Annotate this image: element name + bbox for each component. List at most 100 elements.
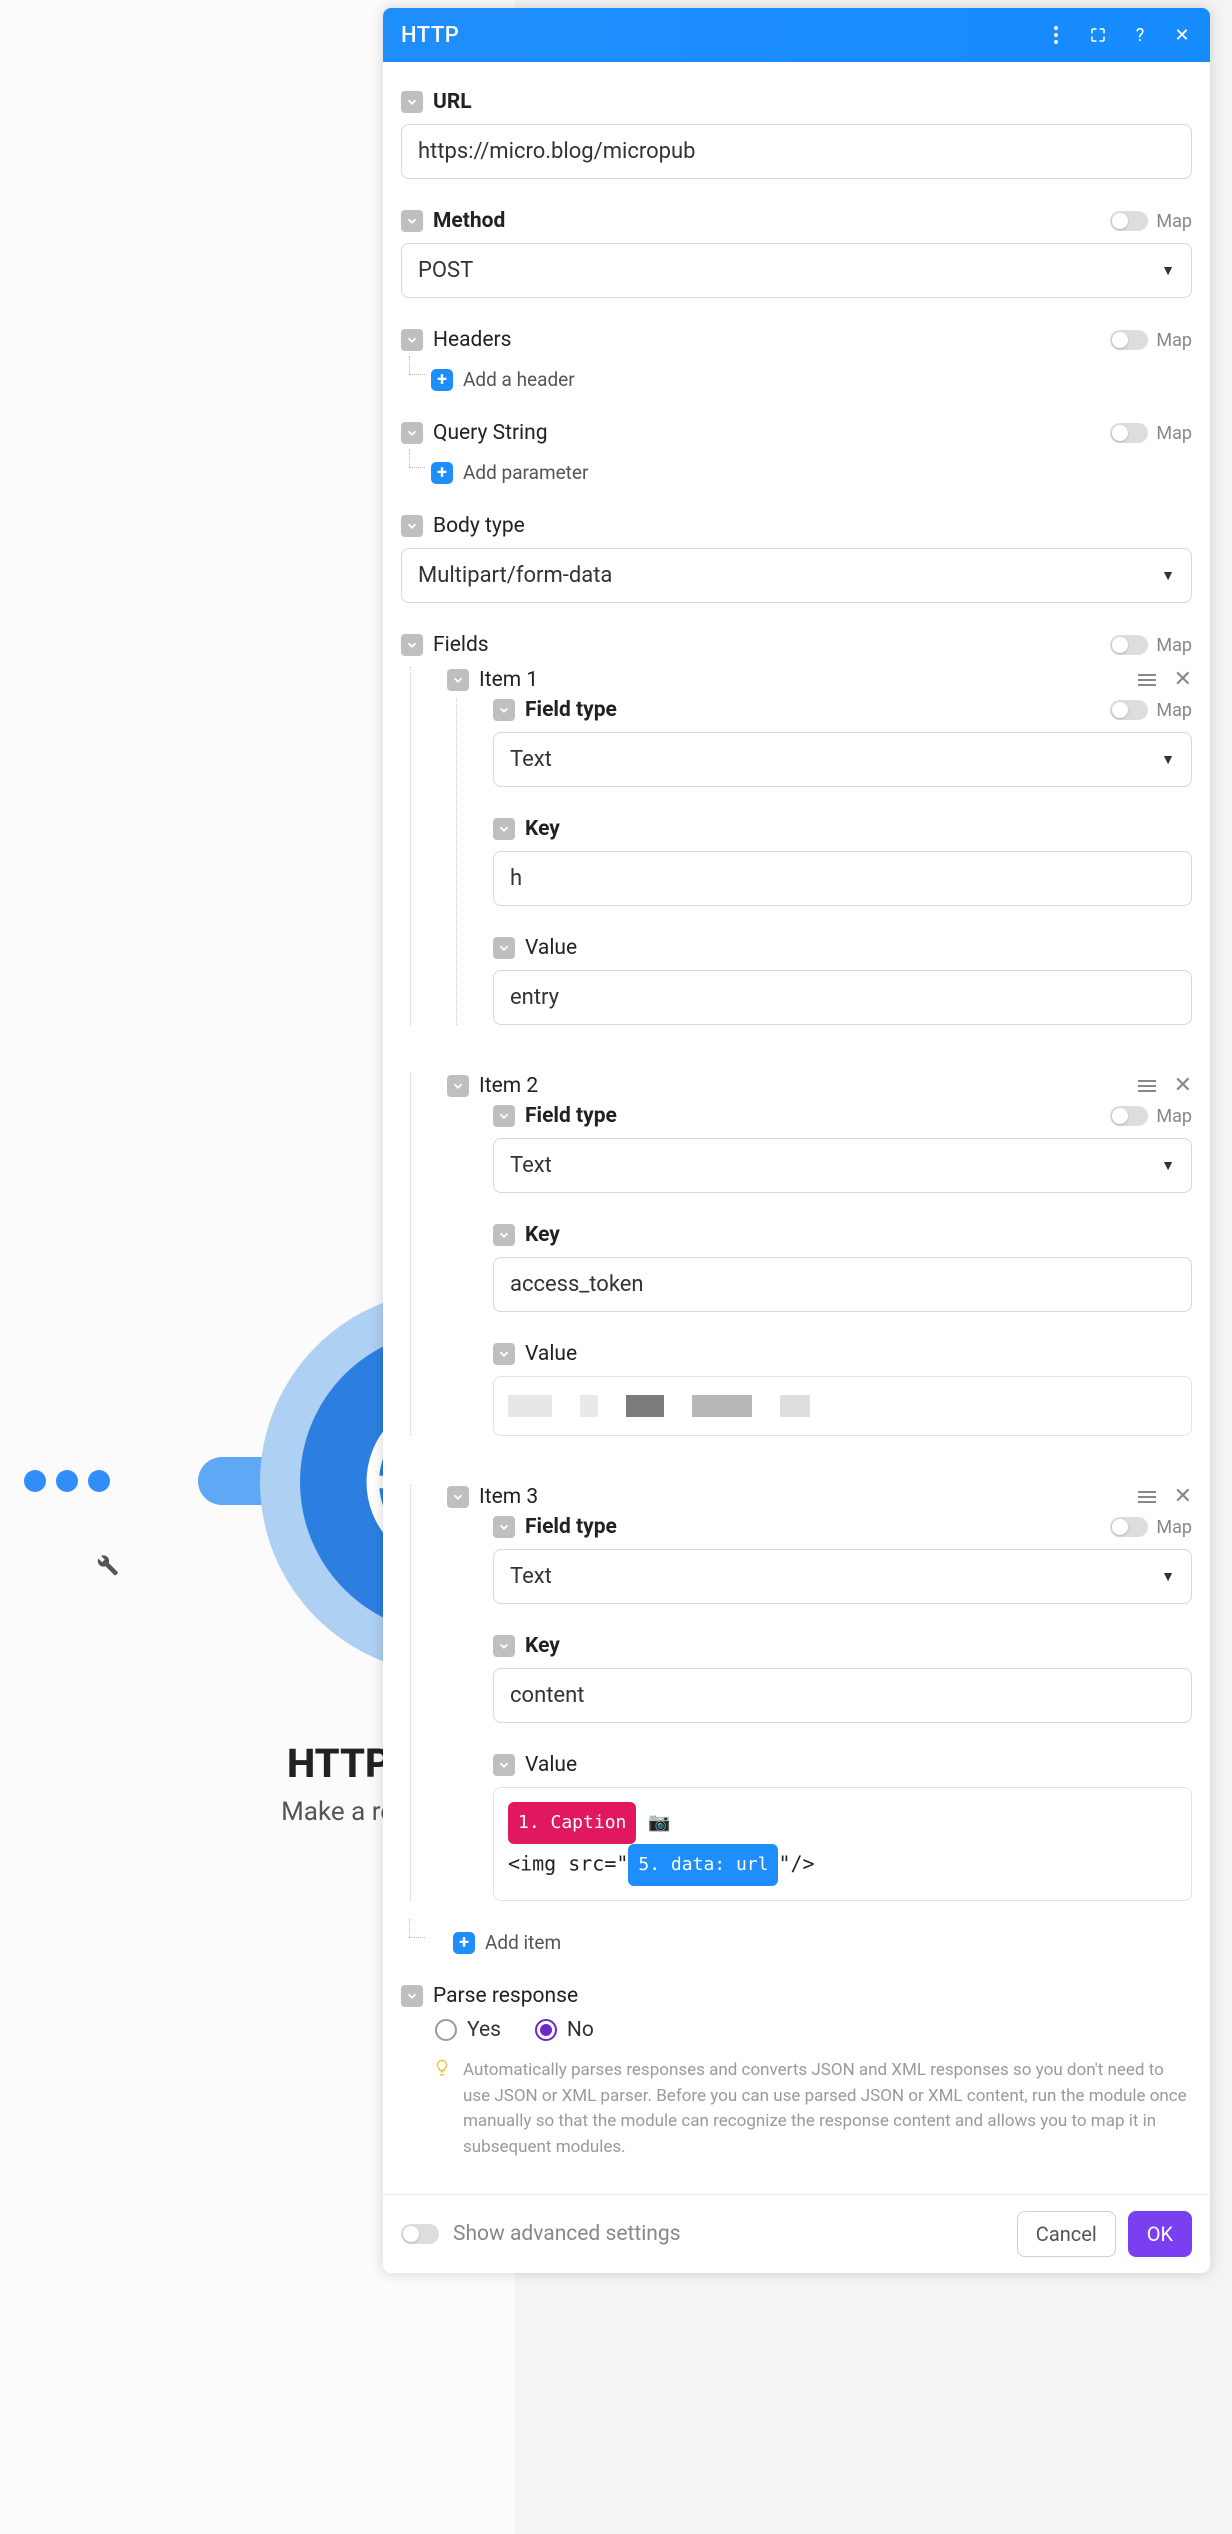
add-header-label: Add a header xyxy=(463,368,575,391)
panel-title: HTTP xyxy=(401,23,459,48)
remove-item-icon[interactable]: ✕ xyxy=(1174,667,1192,692)
drag-handle-icon[interactable] xyxy=(1138,1080,1156,1092)
collapse-icon[interactable] xyxy=(493,1224,515,1246)
collapse-icon[interactable] xyxy=(493,1343,515,1365)
item-title: Item 3 xyxy=(479,1485,538,1509)
value-input[interactable]: 1. Caption 📷 <img src="5. data: url"/> xyxy=(493,1787,1192,1901)
collapse-icon[interactable] xyxy=(401,634,423,656)
collapse-icon[interactable] xyxy=(493,1105,515,1127)
field-type-map-toggle[interactable] xyxy=(1110,1517,1148,1537)
close-icon[interactable]: ✕ xyxy=(1172,25,1192,45)
item-title: Item 2 xyxy=(479,1074,538,1098)
key-label: Key xyxy=(525,817,560,841)
method-select[interactable]: POST ▼ xyxy=(401,243,1192,298)
parse-yes-radio[interactable]: Yes xyxy=(435,2018,501,2042)
collapse-icon[interactable] xyxy=(447,669,469,691)
help-icon[interactable]: ? xyxy=(1130,25,1150,45)
field-type-select[interactable]: Text ▼ xyxy=(493,732,1192,787)
value-text: <img src=" xyxy=(508,1852,628,1876)
collapse-icon[interactable] xyxy=(447,1075,469,1097)
add-item-button[interactable]: + xyxy=(453,1932,475,1954)
headers-label: Headers xyxy=(433,328,511,352)
chevron-down-icon: ▼ xyxy=(1161,751,1175,768)
value-input[interactable]: entry xyxy=(493,970,1192,1025)
remove-item-icon[interactable]: ✕ xyxy=(1174,1484,1192,1509)
http-settings-panel: HTTP ? ✕ URL https://micro.blog/micropub xyxy=(383,8,1210,2273)
key-label: Key xyxy=(525,1634,560,1658)
field-type-select[interactable]: Text ▼ xyxy=(493,1138,1192,1193)
chevron-down-icon: ▼ xyxy=(1161,262,1175,279)
ok-button[interactable]: OK xyxy=(1128,2211,1192,2257)
headers-map-toggle[interactable] xyxy=(1110,330,1148,350)
drag-handle-icon[interactable] xyxy=(1138,1491,1156,1503)
key-input[interactable]: content xyxy=(493,1668,1192,1723)
map-label: Map xyxy=(1156,211,1192,232)
remove-item-icon[interactable]: ✕ xyxy=(1174,1073,1192,1098)
value-input-redacted[interactable] xyxy=(493,1376,1192,1436)
body-type-select[interactable]: Multipart/form-data ▼ xyxy=(401,548,1192,603)
collapse-icon[interactable] xyxy=(401,515,423,537)
field-type-select[interactable]: Text ▼ xyxy=(493,1549,1192,1604)
map-label: Map xyxy=(1156,1517,1192,1538)
map-label: Map xyxy=(1156,700,1192,721)
advanced-settings-toggle[interactable] xyxy=(401,2224,439,2244)
query-string-label: Query String xyxy=(433,421,548,445)
map-label: Map xyxy=(1156,423,1192,444)
lightbulb-icon xyxy=(433,2058,451,2160)
add-parameter-button[interactable]: + xyxy=(431,462,453,484)
collapse-icon[interactable] xyxy=(401,329,423,351)
cancel-button[interactable]: Cancel xyxy=(1017,2211,1116,2257)
upstream-chain xyxy=(24,1470,110,1492)
collapse-icon[interactable] xyxy=(401,210,423,232)
collapse-icon[interactable] xyxy=(493,1635,515,1657)
value-label: Value xyxy=(525,936,577,960)
more-menu-icon[interactable] xyxy=(1046,25,1066,45)
add-parameter-label: Add parameter xyxy=(463,461,588,484)
map-label: Map xyxy=(1156,635,1192,656)
chevron-down-icon: ▼ xyxy=(1161,567,1175,584)
field-type-label: Field type xyxy=(525,1515,617,1539)
method-map-toggle[interactable] xyxy=(1110,211,1148,231)
advanced-settings-label: Show advanced settings xyxy=(453,2222,681,2246)
collapse-icon[interactable] xyxy=(401,1985,423,2007)
expand-icon[interactable] xyxy=(1088,25,1108,45)
field-type-label: Field type xyxy=(525,1104,617,1128)
key-input[interactable]: access_token xyxy=(493,1257,1192,1312)
url-input[interactable]: https://micro.blog/micropub xyxy=(401,124,1192,179)
collapse-icon[interactable] xyxy=(447,1486,469,1508)
body-type-label: Body type xyxy=(433,514,525,538)
method-label: Method xyxy=(433,209,505,233)
mapping-pill-caption[interactable]: 1. Caption xyxy=(508,1802,636,1844)
url-label: URL xyxy=(433,90,472,114)
add-item-label: Add item xyxy=(485,1931,561,1954)
field-type-label: Field type xyxy=(525,698,617,722)
collapse-icon[interactable] xyxy=(401,422,423,444)
parse-hint-text: Automatically parses responses and conve… xyxy=(463,2058,1192,2160)
key-label: Key xyxy=(525,1223,560,1247)
parse-no-radio[interactable]: No xyxy=(535,2018,594,2042)
field-type-map-toggle[interactable] xyxy=(1110,1106,1148,1126)
drag-handle-icon[interactable] xyxy=(1138,674,1156,686)
collapse-icon[interactable] xyxy=(493,1516,515,1538)
collapse-icon[interactable] xyxy=(401,91,423,113)
map-label: Map xyxy=(1156,1106,1192,1127)
node-title: HTTP xyxy=(287,1740,391,1787)
mapping-pill-data-url[interactable]: 5. data: url xyxy=(628,1844,778,1886)
value-label: Value xyxy=(525,1753,577,1777)
chevron-down-icon: ▼ xyxy=(1161,1157,1175,1174)
key-input[interactable]: h xyxy=(493,851,1192,906)
fields-map-toggle[interactable] xyxy=(1110,635,1148,655)
collapse-icon[interactable] xyxy=(493,1754,515,1776)
value-text: "/> xyxy=(778,1852,814,1876)
value-label: Value xyxy=(525,1342,577,1366)
field-type-map-toggle[interactable] xyxy=(1110,700,1148,720)
collapse-icon[interactable] xyxy=(493,818,515,840)
parse-response-label: Parse response xyxy=(433,1984,578,2008)
add-header-button[interactable]: + xyxy=(431,369,453,391)
wrench-icon[interactable] xyxy=(90,1548,120,1582)
camera-icon: 📷 xyxy=(648,1812,670,1833)
query-map-toggle[interactable] xyxy=(1110,423,1148,443)
collapse-icon[interactable] xyxy=(493,699,515,721)
fields-label: Fields xyxy=(433,633,489,657)
collapse-icon[interactable] xyxy=(493,937,515,959)
